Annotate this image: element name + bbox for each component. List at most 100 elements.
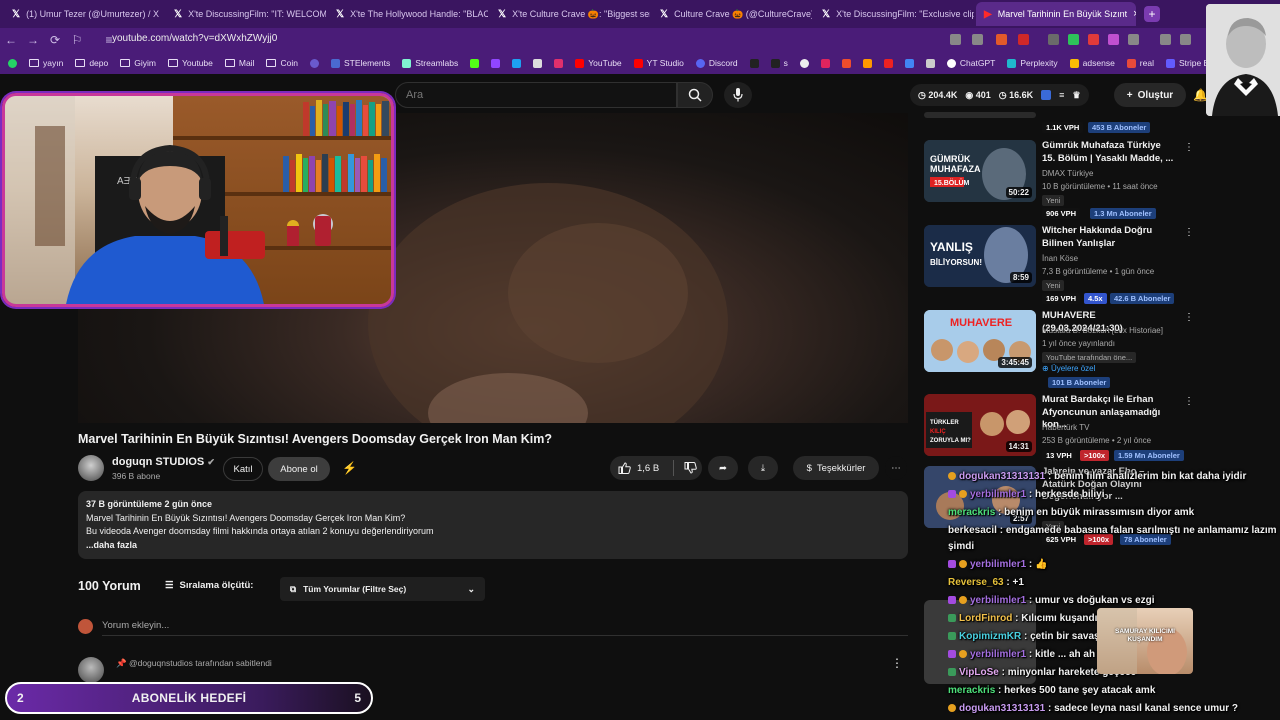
browser-tab-active[interactable]: ▶Marvel Tarihinin En Büyük Sızınt× bbox=[976, 2, 1136, 26]
comment-input[interactable]: Yorum ekleyin... bbox=[102, 620, 169, 631]
browser-tab[interactable]: 𝕏 X'te Culture Crave 🎃: "Biggest seri bbox=[490, 2, 650, 26]
menu-icon[interactable]: ≡ bbox=[1059, 90, 1064, 100]
video-thumbnail[interactable]: GÜMRÜK MUHAFAZA 15.BÖLÜM 50:22 bbox=[924, 140, 1036, 202]
sidebar-icon[interactable] bbox=[1180, 34, 1191, 45]
channel-avatar[interactable] bbox=[78, 455, 104, 481]
more-vertical-icon[interactable]: ⋮ bbox=[1184, 142, 1194, 153]
bookmark-item[interactable]: yayın bbox=[29, 58, 63, 68]
trophy-icon[interactable]: ♛ bbox=[1072, 90, 1080, 101]
bookmark-item[interactable]: Perplexity bbox=[1007, 58, 1058, 68]
subscribe-button[interactable]: Abone ol bbox=[268, 457, 330, 481]
extension-icon[interactable] bbox=[1108, 34, 1119, 45]
bookmark-item[interactable]: STElements bbox=[330, 58, 390, 68]
bookmark-item[interactable] bbox=[841, 58, 851, 68]
sidebar-video[interactable]: YANLIŞ BİLİYORSUN! 8:59 Witcher Hakkında … bbox=[924, 225, 1194, 304]
bookmark-item[interactable]: Coin bbox=[266, 58, 298, 68]
video-thumbnail[interactable]: YANLIŞ BİLİYORSUN! 8:59 bbox=[924, 225, 1036, 287]
new-tab-button[interactable]: + bbox=[1144, 6, 1160, 22]
video-channel[interactable]: İnan Köse bbox=[1042, 254, 1078, 263]
bookmark-item[interactable]: adsense bbox=[1069, 58, 1115, 68]
forward-icon[interactable]: → bbox=[22, 33, 44, 47]
video-channel[interactable]: Mustafa B. Bozkurt [Lex Historiae] bbox=[1042, 326, 1163, 335]
share-button[interactable]: ➦ bbox=[708, 456, 738, 480]
browser-tab[interactable]: 𝕏 X'te DiscussingFilm: "Exclusive clip bbox=[814, 2, 974, 26]
thumbs-down-icon[interactable] bbox=[684, 462, 697, 474]
brave-shield-icon[interactable] bbox=[996, 34, 1007, 45]
video-thumbnail[interactable]: MUHAVERE 3:45:45 bbox=[924, 310, 1036, 372]
bookmark-item[interactable] bbox=[799, 58, 809, 68]
bookmark-item[interactable]: s bbox=[770, 58, 788, 68]
bookmark-item[interactable]: Youtube bbox=[167, 58, 213, 68]
bookmark-item[interactable] bbox=[820, 58, 830, 68]
extension-icon[interactable] bbox=[1068, 34, 1079, 45]
bookmark-item[interactable] bbox=[925, 58, 935, 68]
brave-rewards-icon[interactable] bbox=[1018, 34, 1029, 45]
more-actions-button[interactable]: ⋯ bbox=[885, 456, 907, 480]
more-vertical-icon[interactable]: ⋮ bbox=[1184, 396, 1194, 407]
close-tab-icon[interactable]: × bbox=[1133, 8, 1136, 20]
thumbs-up-icon[interactable] bbox=[618, 462, 631, 474]
bookmark-item[interactable]: real bbox=[1126, 58, 1154, 68]
bookmark-item[interactable]: Discord bbox=[695, 58, 738, 68]
sidebar-video[interactable]: TÜRKLER KILIÇ ZORUYLA MI? 14:31 Murat Bard… bbox=[924, 394, 1194, 472]
sidebar-video[interactable]: 1.1K VPH 453 B Aboneler bbox=[924, 112, 1184, 136]
browser-tab[interactable]: 𝕏 X'te DiscussingFilm: "IT: WELCOME bbox=[166, 2, 326, 26]
download-button[interactable]: ⤓ bbox=[748, 456, 778, 480]
video-title[interactable]: Gümrük Muhafaza Türkiye 15. Bölüm | Yasa… bbox=[1042, 140, 1176, 165]
bookmark-item[interactable] bbox=[533, 58, 543, 68]
reload-icon[interactable]: ⟳ bbox=[44, 33, 66, 47]
bookmark-item[interactable] bbox=[862, 58, 872, 68]
bookmark-item[interactable]: ChatGPT bbox=[946, 58, 995, 68]
voice-search-button[interactable] bbox=[724, 82, 752, 108]
video-thumbnail[interactable] bbox=[924, 112, 1036, 118]
comment-filter-select[interactable]: ⧉ Tüm Yorumlar (Filtre Seç) ⌄ bbox=[280, 577, 485, 601]
video-title[interactable]: Witcher Hakkında Doğru Bilinen Yanlışlar bbox=[1042, 225, 1176, 250]
like-dislike-button[interactable]: 1,6 B bbox=[610, 456, 702, 480]
bookmark-item[interactable] bbox=[512, 58, 522, 68]
media-icon[interactable] bbox=[1160, 34, 1171, 45]
create-button[interactable]: + Oluştur bbox=[1114, 83, 1186, 107]
comment-menu-icon[interactable]: ⋮ bbox=[891, 656, 903, 670]
lightning-icon[interactable]: ⚡ bbox=[342, 461, 357, 475]
extension-icon[interactable] bbox=[1048, 34, 1059, 45]
thanks-button[interactable]: $ Teşekkürler bbox=[793, 456, 879, 480]
screenshot-icon[interactable] bbox=[950, 34, 961, 45]
bookmark-item[interactable] bbox=[309, 58, 319, 68]
bookmark-item[interactable]: YT Studio bbox=[633, 58, 684, 68]
bookmark-item[interactable]: depo bbox=[75, 58, 108, 68]
extension-icon[interactable] bbox=[1088, 34, 1099, 45]
share-icon[interactable] bbox=[972, 34, 983, 45]
show-more-link[interactable]: ...daha fazla bbox=[86, 539, 900, 553]
video-thumbnail[interactable]: TÜRKLER KILIÇ ZORUYLA MI? 14:31 bbox=[924, 394, 1036, 456]
bookmark-item[interactable] bbox=[749, 58, 759, 68]
extensions-menu-icon[interactable] bbox=[1128, 34, 1139, 45]
back-icon[interactable]: ← bbox=[0, 33, 22, 47]
bookmark-item[interactable]: Streamlabs bbox=[402, 58, 458, 68]
sidebar-video[interactable]: GÜMRÜK MUHAFAZA 15.BÖLÜM 50:22 Gümrük Muha… bbox=[924, 140, 1194, 219]
bookmark-item[interactable]: Mail bbox=[224, 58, 254, 68]
sort-button[interactable]: ☰ Sıralama ölçütü: bbox=[165, 580, 253, 591]
address-bar[interactable]: youtube.com/watch?v=dXWxhZWyjj0 bbox=[112, 33, 277, 44]
bookmark-item[interactable] bbox=[554, 58, 564, 68]
bookmark-item[interactable] bbox=[904, 58, 914, 68]
browser-tab[interactable]: 𝕏 Culture Crave 🎃 (@CultureCrave) bbox=[652, 2, 812, 26]
browser-tab[interactable]: 𝕏 (1) Umur Tezer (@Umurtezer) / X bbox=[4, 2, 164, 26]
video-description[interactable]: 37 B görüntüleme 2 gün önce Marvel Tarih… bbox=[78, 491, 908, 559]
join-button[interactable]: Katıl bbox=[223, 457, 263, 481]
bookmark-item[interactable] bbox=[883, 58, 893, 68]
browser-tab[interactable]: 𝕏 X'te The Hollywood Handle: "BLAC bbox=[328, 2, 488, 26]
bookmark-icon[interactable]: ⚐ bbox=[66, 33, 88, 47]
bookmark-item[interactable]: Giyim bbox=[120, 58, 156, 68]
video-channel[interactable]: DMAX Türkiye bbox=[1042, 169, 1093, 178]
more-vertical-icon[interactable]: ⋮ bbox=[1184, 227, 1194, 238]
more-vertical-icon[interactable]: ⋮ bbox=[1184, 312, 1194, 323]
bookmark-item[interactable] bbox=[8, 58, 17, 68]
bookmark-item[interactable] bbox=[491, 58, 501, 68]
video-channel[interactable]: Habertürk TV bbox=[1042, 423, 1089, 432]
search-button[interactable] bbox=[677, 82, 713, 108]
channel-name[interactable]: doguqn STUDIOS ✔ bbox=[112, 456, 215, 468]
sidebar-video[interactable]: MUHAVERE 3:45:45 MUHAVERE (29.03.2024/21… bbox=[924, 310, 1194, 388]
commenter-avatar[interactable] bbox=[78, 657, 104, 683]
bookmark-item[interactable]: YouTube bbox=[575, 58, 622, 68]
bookmark-item[interactable] bbox=[470, 58, 480, 68]
